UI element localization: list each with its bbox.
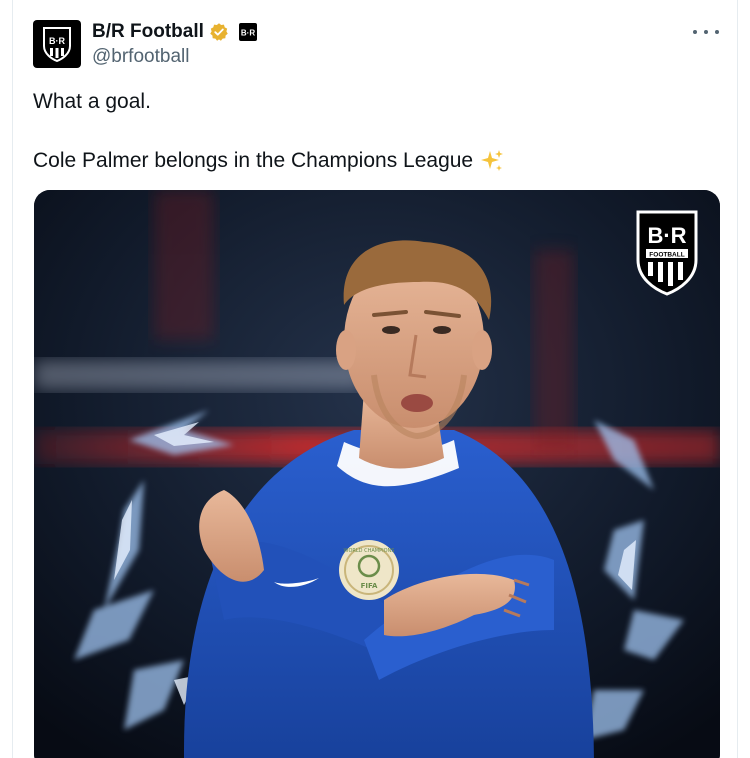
avatar-logo-text: B·R — [49, 36, 65, 46]
cole-palmer-graphic: WORLD CHAMPIONS FIFA B·R FOOTBALL — [34, 190, 720, 758]
avatar[interactable]: B·R — [33, 20, 81, 68]
svg-text:B·R: B·R — [241, 29, 255, 38]
tweet-header: B·R B/R Football B·R @brfootball — [33, 20, 257, 68]
world-champions-badge: WORLD CHAMPIONS FIFA — [339, 540, 399, 600]
affiliate-badge[interactable]: B·R — [238, 23, 257, 41]
display-name[interactable]: B/R Football — [92, 21, 204, 43]
svg-text:FOOTBALL: FOOTBALL — [649, 252, 684, 259]
verified-badge-icon[interactable] — [209, 22, 229, 42]
tweet-card: B·R B/R Football B·R @brfootball What a … — [12, 0, 738, 758]
author-handle[interactable]: @brfootball — [92, 46, 257, 68]
sparkles-icon — [481, 150, 504, 171]
svg-text:FIFA: FIFA — [361, 582, 378, 590]
br-shield-icon: B·R — [43, 27, 71, 62]
dot-icon — [693, 30, 697, 34]
tweet-text-line-2: Cole Palmer belongs in the Champions Lea… — [33, 148, 505, 174]
tweet-text-line-2-content: Cole Palmer belongs in the Champions Lea… — [33, 149, 474, 172]
dot-icon — [715, 30, 719, 34]
svg-text:B·R: B·R — [647, 223, 686, 248]
tweet-text-line-1: What a goal. — [33, 90, 151, 113]
svg-text:WORLD CHAMPIONS: WORLD CHAMPIONS — [344, 548, 395, 554]
br-affiliate-icon: B·R — [241, 29, 255, 38]
br-football-logo: B·R FOOTBALL — [636, 210, 698, 296]
more-options-button[interactable] — [693, 24, 719, 40]
author-names: B/R Football B·R @brfootball — [92, 20, 257, 68]
dot-icon — [704, 30, 708, 34]
tweet-media-image[interactable]: WORLD CHAMPIONS FIFA B·R FOOTBALL — [34, 190, 720, 758]
